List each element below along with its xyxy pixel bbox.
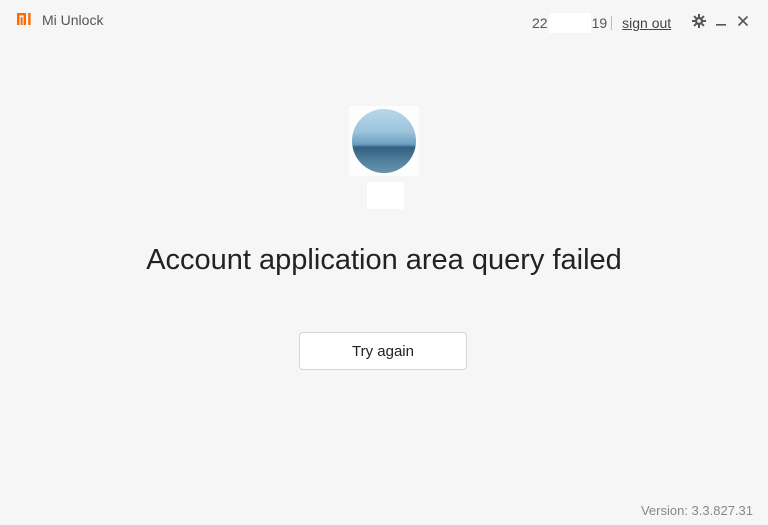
username-redaction [367, 182, 404, 209]
sign-out-link[interactable]: sign out [622, 15, 671, 31]
gear-icon[interactable] [688, 12, 710, 30]
mi-logo [17, 12, 33, 28]
avatar-frame [349, 106, 419, 176]
account-id-redaction [548, 13, 591, 33]
account-id-suffix: 19 [591, 15, 608, 31]
account-info: 22 19 sign out [532, 13, 671, 33]
try-again-button[interactable]: Try again [299, 332, 467, 370]
account-id-prefix: 22 [532, 15, 548, 31]
mi-logo-icon [17, 13, 31, 25]
app-title: Mi Unlock [42, 12, 104, 28]
avatar [352, 109, 416, 173]
error-message: Account application area query failed [146, 244, 622, 276]
title-bar: Mi Unlock 22 19 sign out [0, 0, 768, 42]
window-controls [688, 12, 754, 30]
minimize-icon[interactable] [710, 12, 732, 30]
divider [611, 16, 613, 30]
version-label: Version: 3.3.827.31 [640, 503, 753, 518]
brand: Mi Unlock [17, 12, 103, 28]
close-icon[interactable] [732, 12, 754, 30]
